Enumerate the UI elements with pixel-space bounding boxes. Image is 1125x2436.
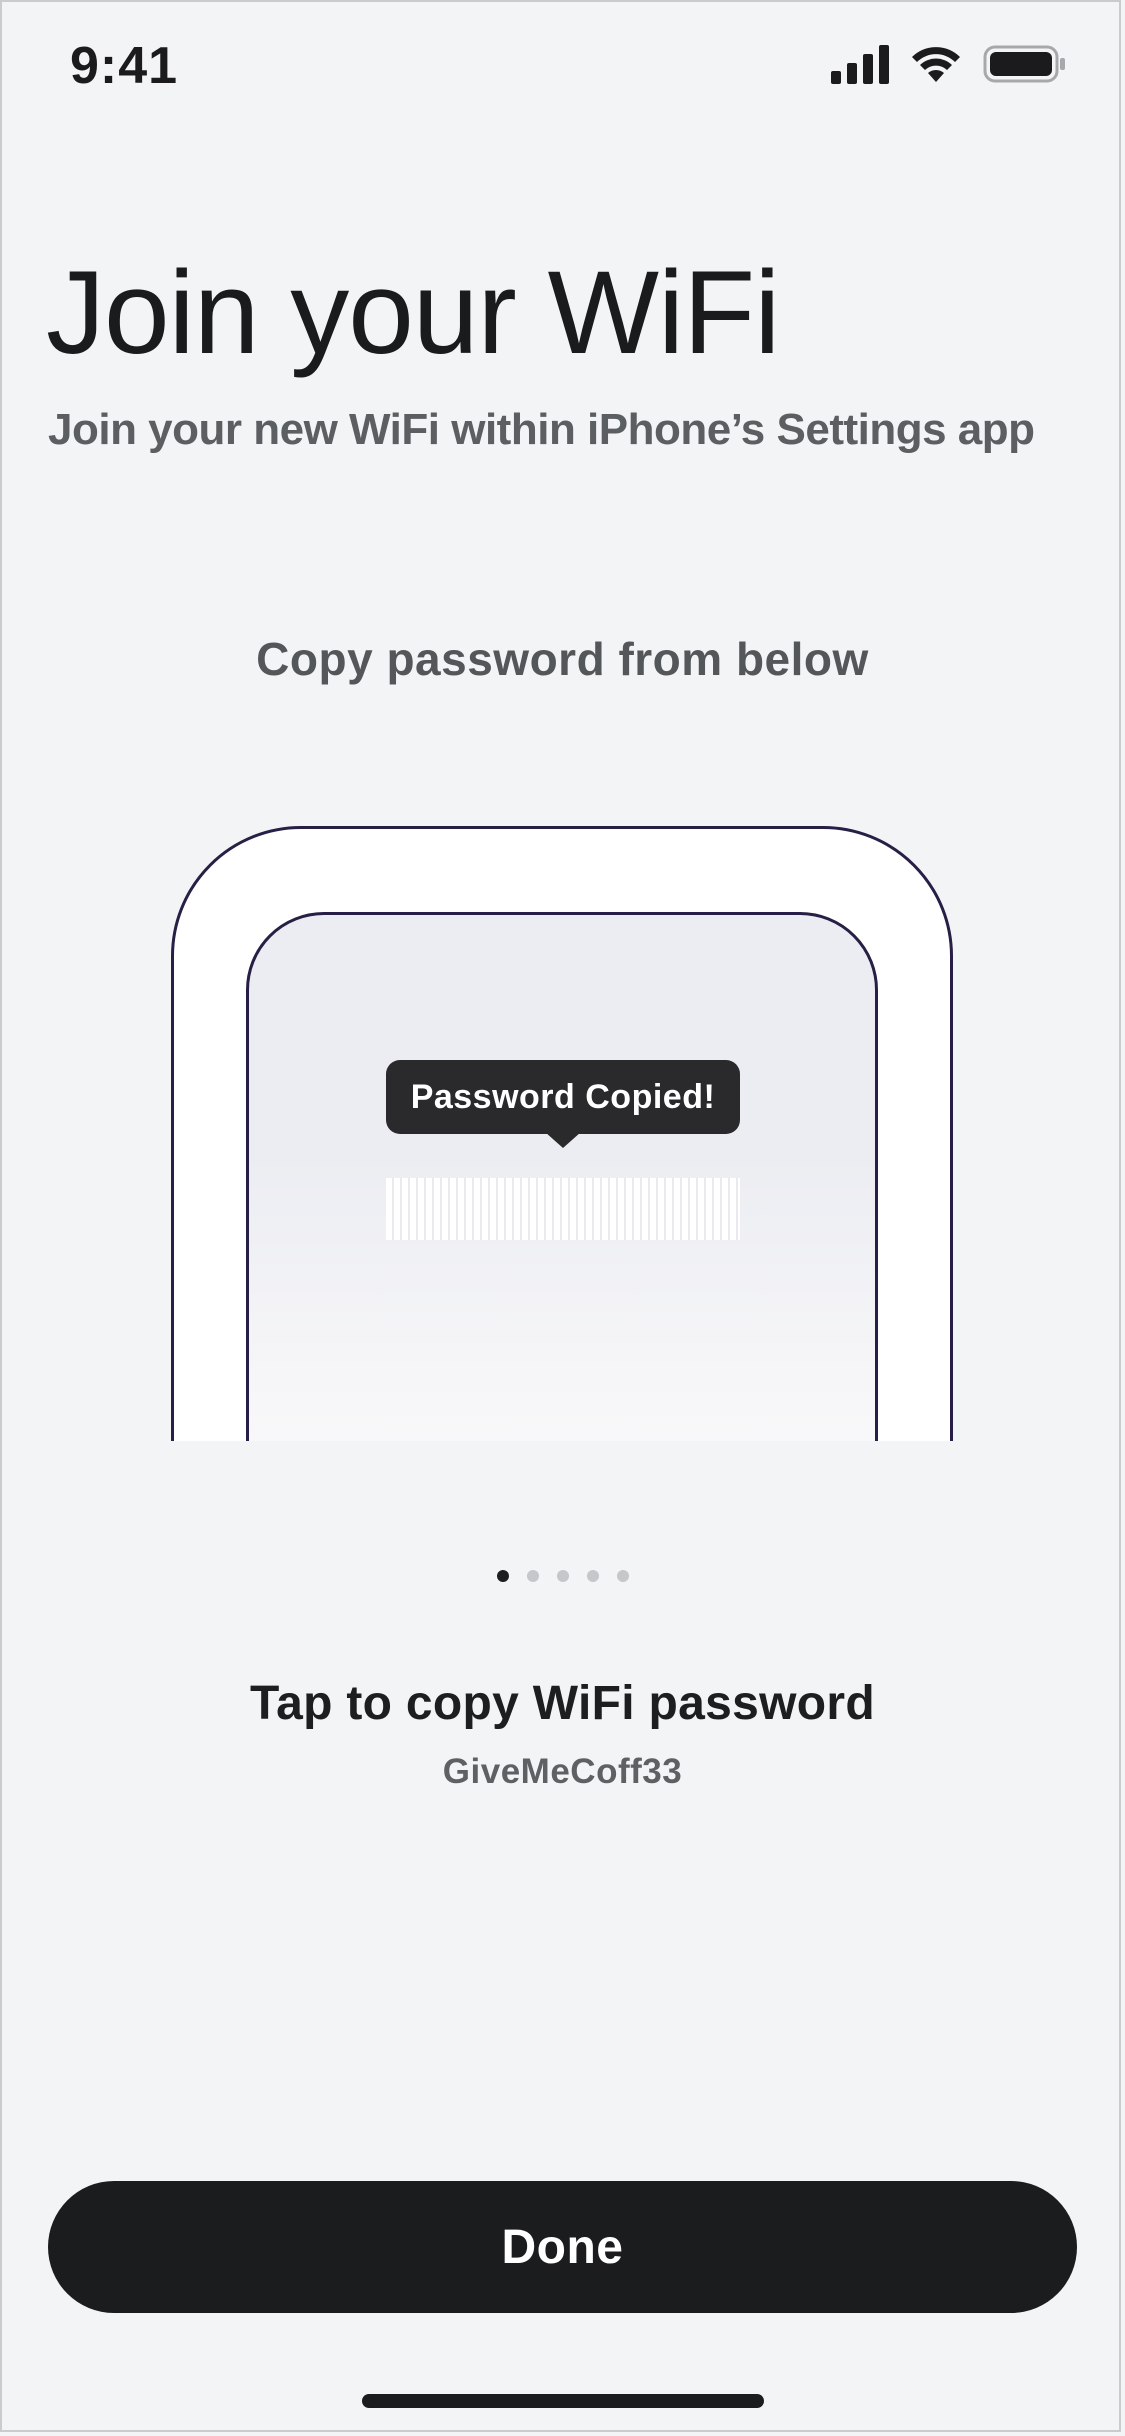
done-button[interactable]: Done — [48, 2181, 1077, 2313]
status-time: 9:41 — [70, 37, 179, 95]
wifi-icon — [912, 47, 960, 82]
wifi-password[interactable]: GiveMeCoff33 — [0, 1752, 1125, 1792]
phone-illustration: Password Copied! — [171, 826, 953, 1441]
home-indicator[interactable] — [362, 2394, 764, 2408]
password-copied-tooltip: Password Copied! — [386, 1060, 740, 1134]
page-dot-5[interactable] — [616, 1570, 629, 1582]
page-dot-1[interactable] — [496, 1570, 509, 1582]
status-icons — [811, 44, 1067, 84]
phone-screen — [246, 912, 878, 1441]
cellular-signal-icon — [831, 45, 889, 84]
battery-icon — [983, 45, 1065, 83]
page-dot-2[interactable] — [526, 1570, 539, 1582]
page-subtitle: Join your new WiFi within iPhone’s Setti… — [48, 405, 1035, 454]
page-indicator — [0, 1570, 1125, 1582]
page-title: Join your WiFi — [46, 247, 780, 379]
page-dot-4[interactable] — [586, 1570, 599, 1582]
copy-password-caption[interactable]: Tap to copy WiFi password — [0, 1676, 1125, 1731]
tooltip-arrow — [545, 1132, 581, 1148]
password-field-placeholder — [386, 1178, 740, 1240]
step-heading: Copy password from below — [256, 633, 869, 685]
page-dot-3[interactable] — [556, 1570, 569, 1582]
